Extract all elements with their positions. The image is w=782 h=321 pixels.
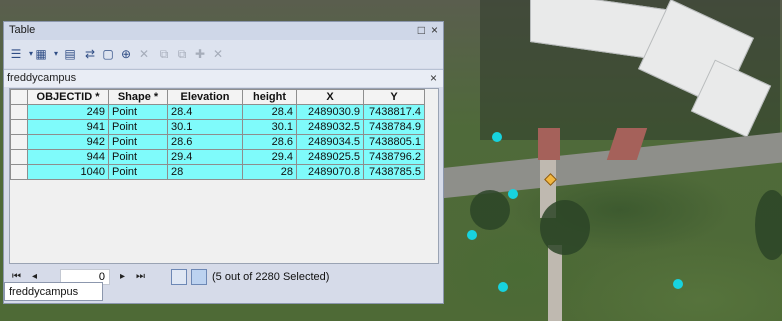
- cell[interactable]: 7438784.9: [363, 119, 425, 135]
- window-title: Table: [9, 24, 36, 36]
- zoom-to-selected-icon[interactable]: ⊕: [118, 46, 134, 62]
- row-selector-header[interactable]: [10, 89, 28, 105]
- related-tables-icon[interactable]: ▦: [33, 46, 49, 62]
- paste-icon[interactable]: ⧉: [174, 46, 190, 62]
- cell[interactable]: 28.4: [167, 104, 243, 120]
- walkway: [548, 245, 562, 321]
- road: [439, 131, 782, 199]
- delete-icon[interactable]: ✕: [210, 46, 226, 62]
- row-selector[interactable]: [10, 104, 28, 120]
- cell[interactable]: 249: [27, 104, 109, 120]
- cell[interactable]: 942: [27, 134, 109, 150]
- show-selected-records-icon[interactable]: [191, 269, 207, 285]
- column-header[interactable]: height: [242, 89, 297, 105]
- row-selector[interactable]: [10, 149, 28, 165]
- table-row[interactable]: 941 Point 30.1 30.1 2489032.5 7438784.9: [10, 119, 425, 135]
- table-tab-header[interactable]: freddycampus ×: [4, 69, 443, 87]
- table-row[interactable]: 1040 Point 28 28 2489070.8 7438785.5: [10, 164, 425, 180]
- switch-selection-icon[interactable]: ⇄: [82, 46, 98, 62]
- previous-record-icon[interactable]: ◂: [32, 271, 37, 282]
- table-toolbar: ☰ ▾ ▦ ▾ ▤ ⇄ ▢ ⊕ ✕ ⧉ ⧉ ✚ ✕: [4, 40, 443, 68]
- table-tab-label: freddycampus: [9, 286, 79, 298]
- column-header[interactable]: Elevation: [167, 89, 243, 105]
- cell[interactable]: 2489025.5: [296, 149, 364, 165]
- cell[interactable]: 29.4: [167, 149, 243, 165]
- cell[interactable]: 944: [27, 149, 109, 165]
- point-feature[interactable]: [492, 132, 502, 142]
- column-header[interactable]: OBJECTID *: [27, 89, 109, 105]
- header-row: OBJECTID * Shape * Elevation height X Y: [10, 89, 425, 105]
- table-row[interactable]: 942 Point 28.6 28.6 2489034.5 7438805.1: [10, 134, 425, 150]
- attribute-table: OBJECTID * Shape * Elevation height X Y …: [10, 89, 425, 180]
- cell[interactable]: 29.4: [242, 149, 297, 165]
- cell[interactable]: Point: [108, 119, 168, 135]
- table-row[interactable]: 249 Point 28.4 28.4 2489030.9 7438817.4: [10, 104, 425, 120]
- cell[interactable]: 28.6: [242, 134, 297, 150]
- cell[interactable]: Point: [108, 104, 168, 120]
- close-icon[interactable]: ×: [430, 71, 437, 85]
- row-selector[interactable]: [10, 119, 28, 135]
- column-header[interactable]: X: [296, 89, 364, 105]
- cell[interactable]: 30.1: [167, 119, 243, 135]
- cell[interactable]: Point: [108, 134, 168, 150]
- select-by-attributes-icon[interactable]: ▤: [62, 46, 78, 62]
- last-record-icon[interactable]: ⏭: [136, 271, 145, 282]
- table-name: freddycampus: [7, 72, 77, 84]
- copy-icon[interactable]: ⧉: [156, 46, 172, 62]
- cell[interactable]: 28.6: [167, 134, 243, 150]
- cell[interactable]: 28: [167, 164, 243, 180]
- cell[interactable]: 1040: [27, 164, 109, 180]
- tree: [755, 190, 782, 260]
- cell[interactable]: 2489030.9: [296, 104, 364, 120]
- maximize-icon[interactable]: □: [418, 23, 425, 37]
- point-feature[interactable]: [508, 189, 518, 199]
- cell[interactable]: 7438796.2: [363, 149, 425, 165]
- cell[interactable]: 30.1: [242, 119, 297, 135]
- column-header[interactable]: Shape *: [108, 89, 168, 105]
- table-options-icon[interactable]: ☰: [8, 46, 24, 62]
- table-window: Table □ × ☰ ▾ ▦ ▾ ▤ ⇄ ▢ ⊕ ✕ ⧉ ⧉ ✚ ✕ fred…: [3, 21, 444, 304]
- cell[interactable]: 2489070.8: [296, 164, 364, 180]
- show-all-records-icon[interactable]: [171, 269, 187, 285]
- point-feature[interactable]: [498, 282, 508, 292]
- row-selector[interactable]: [10, 164, 28, 180]
- tree: [470, 190, 510, 230]
- add-icon[interactable]: ✚: [192, 46, 208, 62]
- next-record-icon[interactable]: ▸: [120, 271, 125, 282]
- attribute-grid[interactable]: OBJECTID * Shape * Elevation height X Y …: [9, 88, 439, 264]
- selection-status: (5 out of 2280 Selected): [212, 271, 330, 283]
- cell[interactable]: 941: [27, 119, 109, 135]
- cell[interactable]: Point: [108, 149, 168, 165]
- cell[interactable]: 7438805.1: [363, 134, 425, 150]
- point-feature[interactable]: [673, 279, 683, 289]
- cell[interactable]: 7438785.5: [363, 164, 425, 180]
- column-header[interactable]: Y: [363, 89, 425, 105]
- cell[interactable]: 2489034.5: [296, 134, 364, 150]
- cell[interactable]: 28.4: [242, 104, 297, 120]
- cell[interactable]: 7438817.4: [363, 104, 425, 120]
- table-row[interactable]: 944 Point 29.4 29.4 2489025.5 7438796.2: [10, 149, 425, 165]
- row-selector[interactable]: [10, 134, 28, 150]
- point-feature[interactable]: [467, 230, 477, 240]
- cell[interactable]: 28: [242, 164, 297, 180]
- first-record-icon[interactable]: ⏮: [12, 271, 21, 282]
- close-icon[interactable]: ×: [431, 23, 438, 37]
- cell[interactable]: 2489032.5: [296, 119, 364, 135]
- walkway: [538, 128, 560, 160]
- clear-selection-icon[interactable]: ▢: [100, 46, 116, 62]
- cell[interactable]: Point: [108, 164, 168, 180]
- tree: [540, 200, 590, 255]
- delete-selected-icon[interactable]: ✕: [136, 46, 152, 62]
- window-titlebar[interactable]: Table □ ×: [4, 22, 443, 40]
- table-tab[interactable]: freddycampus: [4, 282, 103, 301]
